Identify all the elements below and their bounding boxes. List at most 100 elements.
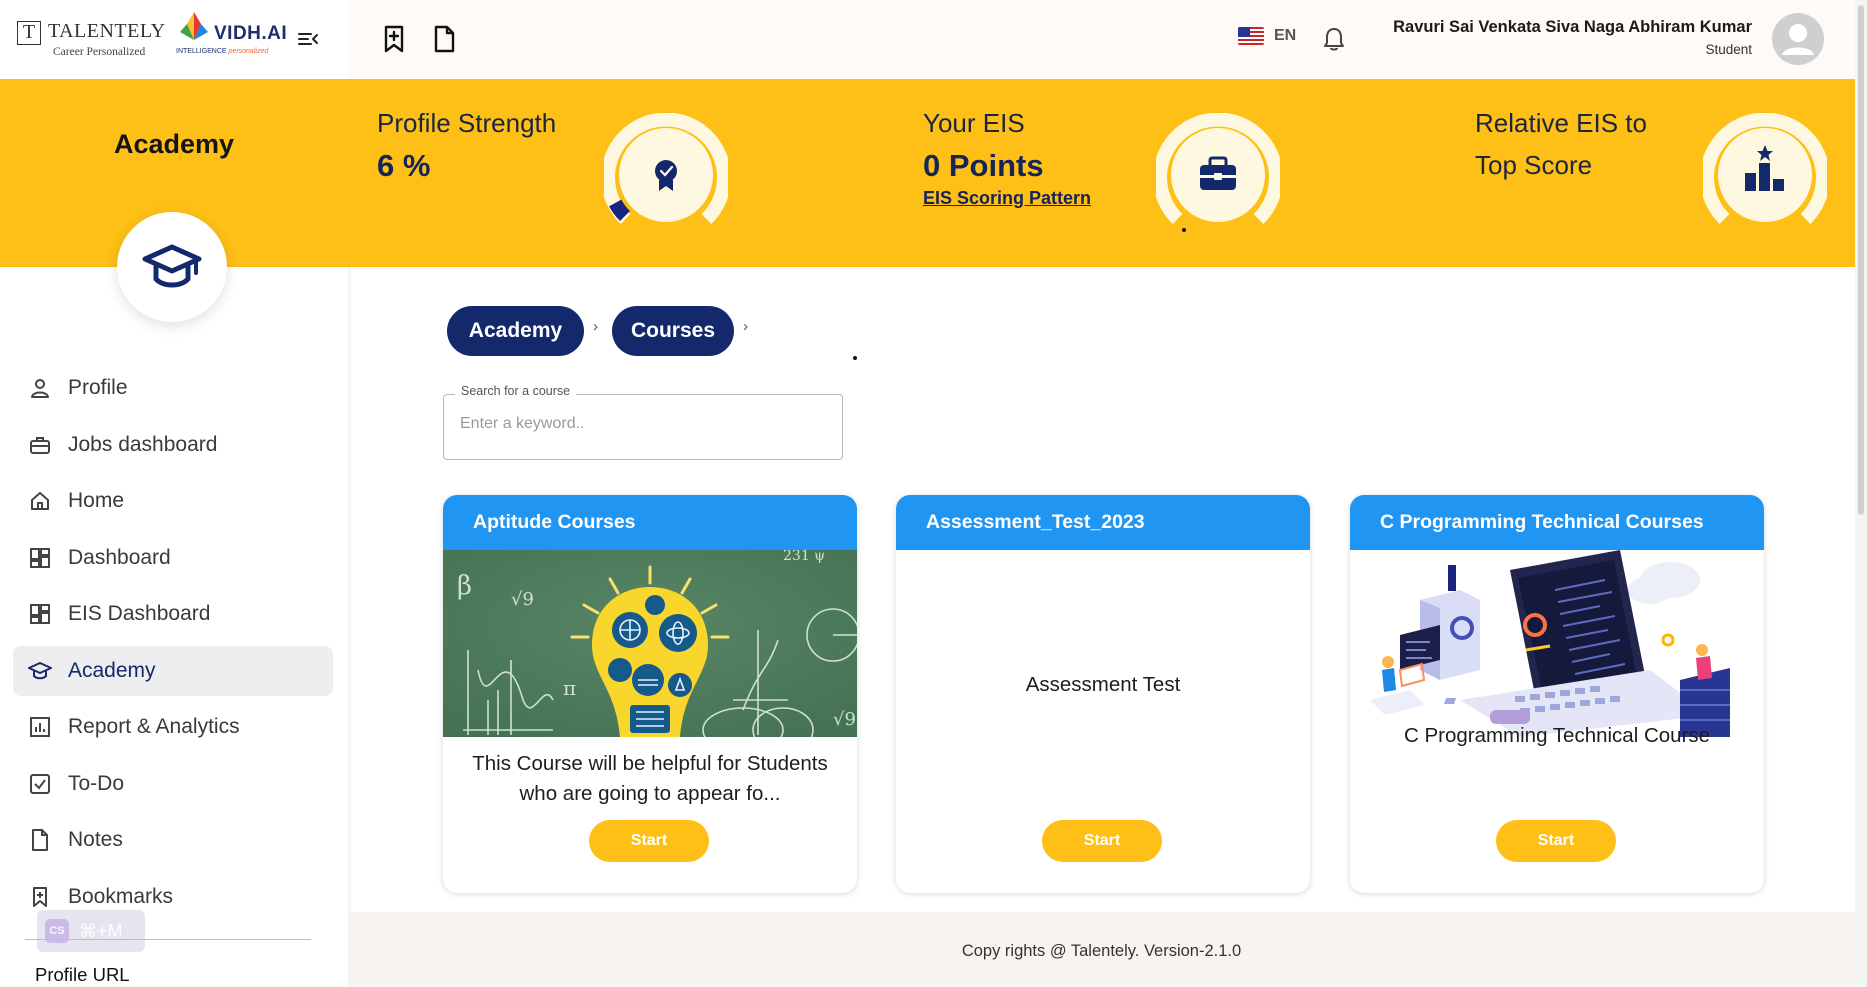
user-role: Student [1705, 42, 1752, 57]
breadcrumb-academy[interactable]: Academy [447, 306, 584, 356]
talentely-logo-name: TALENTELY [48, 20, 166, 42]
document-icon [32, 829, 48, 851]
language-selector[interactable]: EN [1238, 27, 1296, 45]
sidebar-item-dashboard[interactable]: Dashboard [13, 533, 333, 583]
document-icon[interactable] [430, 24, 458, 54]
sidebar-item-label: Home [68, 489, 125, 512]
vidh-ai-tagline-prefix: INTELLIGENCE [176, 48, 227, 55]
breadcrumb-courses[interactable]: Courses [612, 306, 734, 356]
course-card-assessment[interactable]: Assessment_Test_2023 Assessment Test Sta… [896, 495, 1310, 893]
person-icon [31, 379, 49, 398]
svg-text:231 ψ: 231 ψ [783, 550, 825, 564]
gauge-marker-dot [1182, 228, 1186, 232]
vidh-ai-tagline-accent: personalized [228, 48, 269, 55]
course-search-label: Search for a course [455, 384, 577, 398]
profile-strength-label: Profile Strength [377, 108, 557, 138]
shortcut-badge[interactable]: CS ⌘+M [37, 910, 145, 952]
top-bar: T TALENTELY Career Personalized VIDH.AI … [0, 0, 1855, 79]
dashboard-grid-icon [30, 547, 50, 568]
graduation-cap-icon [28, 661, 52, 679]
sidebar-item-label: Bookmarks [68, 884, 174, 908]
sidebar-item-to-do[interactable]: To-Do [13, 759, 333, 809]
course-card-description: C Programming Technical Course [1403, 724, 1711, 747]
course-card-title: C Programming Technical Courses [1350, 495, 1764, 550]
eis-metric: Your EIS 0 Points EIS Scoring Pattern [923, 102, 1091, 209]
sidebar-item-label: Dashboard [68, 545, 171, 569]
sidebar-item-label: Notes [68, 828, 123, 851]
talentely-logo[interactable]: T TALENTELY Career Personalized [17, 18, 165, 60]
sidebar-item-eis-dashboard[interactable]: EIS Dashboard [13, 589, 333, 639]
dashboard-grid-icon [30, 604, 50, 624]
course-card-description: This Course will be helpful for Students… [472, 752, 828, 805]
course-card-title: Assessment_Test_2023 [896, 495, 1310, 550]
breadcrumb-separator: › [593, 318, 598, 335]
bar-chart-icon [30, 717, 50, 737]
sidebar-item-jobs-dashboard[interactable]: Jobs dashboard [13, 420, 333, 470]
sidebar-item-report-analytics[interactable]: Report & Analytics [13, 702, 333, 752]
course-card-aptitude[interactable]: Aptitude Courses β √9 π 231 ψ √9 This Co… [443, 495, 857, 893]
footer-copyright: Copy rights @ Talentely. Version-2.1.0 [961, 942, 1242, 960]
laptop-coding-illustration [1350, 550, 1764, 737]
course-card-description: Assessment Test [1025, 673, 1181, 696]
sidebar-item-label: Report & Analytics [68, 715, 240, 738]
sidebar-item-home[interactable]: Home [13, 476, 333, 526]
profile-strength-metric: Profile Strength 6 % [377, 102, 556, 188]
bookmark-add-icon[interactable] [380, 24, 408, 54]
stats-banner: Academy Profile Strength 6 % Your EIS 0 … [0, 79, 1855, 267]
course-search-field[interactable] [443, 394, 843, 460]
svg-text:π: π [563, 676, 576, 700]
language-code: EN [1274, 27, 1297, 44]
user-avatar[interactable] [1772, 13, 1824, 65]
profile-strength-value: 6 % [377, 148, 431, 183]
sidebar-divider [25, 939, 311, 940]
svg-text:√9: √9 [833, 709, 856, 730]
sidebar-item-academy[interactable]: Academy [13, 645, 333, 696]
sidebar-item-label: EIS Dashboard [68, 602, 211, 625]
eis-gauge [1156, 113, 1280, 224]
sidebar-item-notes[interactable]: Notes [13, 815, 333, 865]
start-course-button[interactable]: Start [589, 820, 709, 862]
sidebar: Profile Jobs dashboard Home Dashboard EIS Da… [0, 267, 348, 987]
academy-emblem [117, 212, 227, 322]
relative-eis-gauge [1703, 113, 1827, 224]
course-card-title: Aptitude Courses [443, 495, 857, 550]
section-title: Academy [113, 129, 235, 159]
us-flag-icon [1238, 27, 1264, 45]
vidh-ai-tagline: INTELLIGENCE personalized [176, 48, 268, 55]
graduation-cap-icon [142, 244, 202, 288]
sidebar-item-label: Profile [68, 376, 128, 399]
avatar-person-icon [1782, 24, 1814, 55]
sidebar-item-label: To-Do [68, 771, 125, 795]
course-search-input[interactable] [460, 415, 820, 433]
home-icon [31, 492, 49, 510]
page-scrollbar[interactable] [1855, 0, 1867, 987]
loading-dot [853, 356, 857, 360]
sidebar-item-label: Jobs dashboard [68, 432, 218, 456]
svg-text:β: β [457, 571, 472, 601]
eis-value: 0 Points [923, 148, 1044, 183]
vidh-ai-name: VIDH.AI [214, 23, 288, 44]
eis-scoring-pattern-link[interactable]: EIS Scoring Pattern [923, 188, 1091, 209]
start-course-button[interactable]: Start [1042, 820, 1162, 862]
relative-eis-metric: Relative EIS to Top Score [1475, 102, 1647, 186]
briefcase-icon [30, 436, 50, 454]
bookmark-icon [33, 886, 47, 907]
menu-collapse-icon[interactable] [296, 27, 320, 51]
profile-strength-gauge [604, 113, 728, 224]
checkbox-icon [30, 773, 50, 794]
profile-url-label[interactable]: Profile URL [35, 964, 130, 986]
relative-eis-label-line1: Relative EIS to [1475, 108, 1647, 138]
breadcrumb-separator: › [743, 318, 748, 335]
footer: Copy rights @ Talentely. Version-2.1.0 [348, 912, 1855, 987]
sidebar-item-label: Academy [68, 658, 156, 682]
vidh-ai-logo[interactable]: VIDH.AI INTELLIGENCE personalized [174, 10, 288, 60]
relative-eis-label-line2: Top Score [1475, 150, 1593, 180]
sidebar-item-profile[interactable]: Profile [13, 363, 333, 413]
page-scrollbar-thumb[interactable] [1858, 5, 1864, 515]
chalkboard-lightbulb-illustration: β √9 π 231 ψ √9 [443, 550, 857, 737]
user-name[interactable]: Ravuri Sai Venkata Siva Naga Abhiram Kum… [1393, 18, 1752, 37]
vidh-ai-flame-icon [180, 12, 208, 40]
start-course-button[interactable]: Start [1496, 820, 1616, 862]
course-card-c-programming[interactable]: C Programming Technical Courses C Progra… [1350, 495, 1764, 893]
notification-bell-icon[interactable] [1320, 25, 1348, 53]
